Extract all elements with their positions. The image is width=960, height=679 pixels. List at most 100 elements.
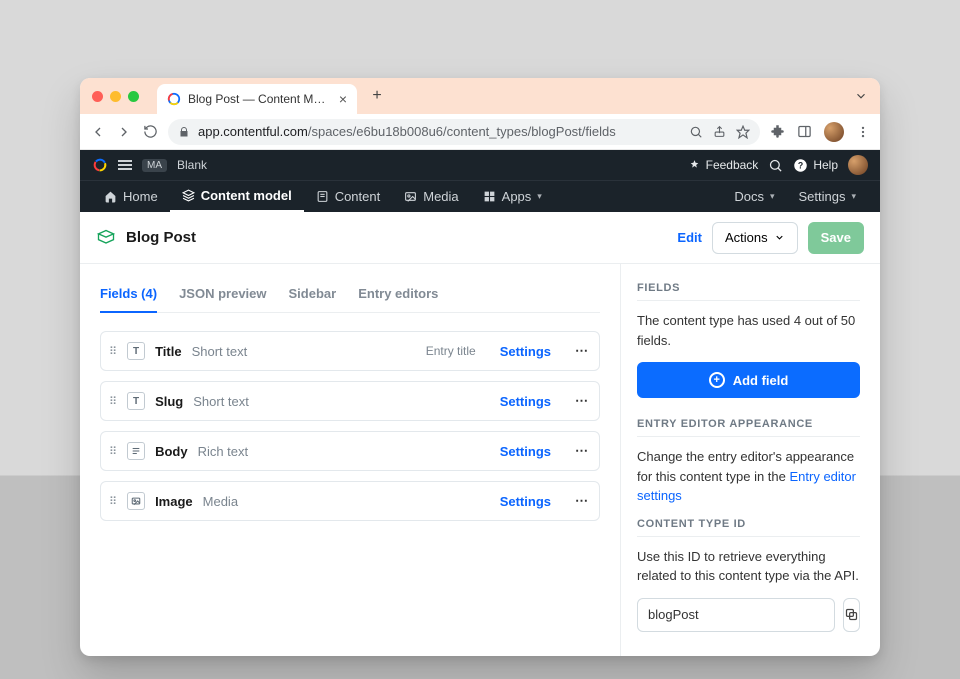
field-name: Image — [155, 494, 193, 509]
space-name[interactable]: Blank — [177, 158, 207, 172]
browser-toolbar — [770, 122, 870, 142]
drag-handle-icon[interactable]: ⠿ — [109, 495, 117, 508]
chevron-down-icon — [774, 232, 785, 243]
browser-menu-icon[interactable] — [856, 125, 870, 139]
new-tab-button[interactable]: + — [365, 84, 389, 108]
text-field-icon: T — [127, 342, 145, 360]
appearance-section-label: ENTRY EDITOR APPEARANCE — [637, 418, 860, 437]
field-type: Rich text — [198, 444, 249, 459]
plus-circle-icon: + — [709, 372, 725, 388]
richtext-field-icon — [127, 442, 145, 460]
nav-label: Content model — [201, 188, 292, 203]
search-in-page-icon[interactable] — [689, 125, 703, 139]
actions-button[interactable]: Actions — [712, 222, 798, 254]
nav-label: Apps — [502, 189, 532, 204]
field-settings-link[interactable]: Settings — [500, 344, 551, 359]
side-panel-icon[interactable] — [797, 124, 812, 139]
chevron-down-icon: ▾ — [851, 191, 856, 202]
nav-home[interactable]: Home — [92, 181, 170, 212]
page-header: Blog Post Edit Actions Save — [80, 212, 880, 264]
field-type: Short text — [193, 394, 249, 409]
tab-sidebar[interactable]: Sidebar — [289, 278, 337, 312]
content-type-id-input[interactable] — [637, 598, 835, 632]
forward-icon[interactable] — [116, 124, 132, 140]
page-title: Blog Post — [126, 229, 196, 246]
nav-content-model[interactable]: Content model — [170, 181, 304, 212]
tab-json-preview[interactable]: JSON preview — [179, 278, 266, 312]
field-settings-link[interactable]: Settings — [500, 394, 551, 409]
field-settings-link[interactable]: Settings — [500, 444, 551, 459]
user-avatar[interactable] — [848, 155, 868, 175]
profile-avatar[interactable] — [824, 122, 844, 142]
header-search-icon[interactable] — [768, 158, 783, 173]
tab-entry-editors[interactable]: Entry editors — [358, 278, 438, 312]
fields-count-desc: The content type has used 4 out of 50 fi… — [637, 311, 860, 350]
field-row: ⠿ Body Rich text Settings ⋯ — [100, 431, 600, 471]
reload-icon[interactable] — [142, 124, 158, 139]
share-icon[interactable] — [713, 125, 726, 138]
help-button[interactable]: ? Help — [793, 158, 838, 173]
org-chip[interactable]: MA — [142, 159, 167, 172]
add-field-label: Add field — [733, 373, 789, 388]
drag-handle-icon[interactable]: ⠿ — [109, 445, 117, 458]
field-more-icon[interactable]: ⋯ — [575, 443, 589, 459]
fields-section-label: FIELDS — [637, 282, 860, 301]
field-row: ⠿ T Slug Short text Settings ⋯ — [100, 381, 600, 421]
field-type: Media — [203, 494, 238, 509]
field-more-icon[interactable]: ⋯ — [575, 343, 589, 359]
field-name: Title — [155, 344, 182, 359]
chevron-down-icon: ▾ — [770, 191, 775, 202]
field-settings-link[interactable]: Settings — [500, 494, 551, 509]
appearance-desc: Change the entry editor's appearance for… — [637, 447, 860, 506]
field-more-icon[interactable]: ⋯ — [575, 393, 589, 409]
field-row: ⠿ T Title Short text Entry title Setting… — [100, 331, 600, 371]
help-label: Help — [813, 158, 838, 172]
add-field-button[interactable]: + Add field — [637, 362, 860, 398]
nav-label: Settings — [798, 189, 845, 204]
favicon-icon — [167, 92, 181, 106]
field-name: Slug — [155, 394, 183, 409]
chevron-down-icon: ▾ — [537, 191, 542, 202]
nav-content[interactable]: Content — [304, 181, 393, 212]
edit-link[interactable]: Edit — [677, 230, 702, 245]
entry-title-badge: Entry title — [426, 344, 476, 358]
back-icon[interactable] — [90, 124, 106, 140]
url-field[interactable]: app.contentful.com/spaces/e6bu18b008u6/c… — [168, 119, 760, 145]
drag-handle-icon[interactable]: ⠿ — [109, 345, 117, 358]
contentful-logo-icon[interactable] — [92, 157, 108, 173]
bookmark-icon[interactable] — [736, 125, 750, 139]
text-field-icon: T — [127, 392, 145, 410]
main-content: Fields (4) JSON preview Sidebar Entry ed… — [80, 264, 880, 656]
nav-label: Home — [123, 189, 158, 204]
side-panel: FIELDS The content type has used 4 out o… — [620, 264, 880, 656]
drag-handle-icon[interactable]: ⠿ — [109, 395, 117, 408]
feedback-button[interactable]: Feedback — [688, 158, 759, 172]
nav-media[interactable]: Media — [392, 181, 470, 212]
nav-settings[interactable]: Settings ▾ — [786, 181, 868, 212]
id-desc: Use this ID to retrieve everything relat… — [637, 547, 860, 586]
tab-fields[interactable]: Fields (4) — [100, 278, 157, 313]
field-more-icon[interactable]: ⋯ — [575, 493, 589, 509]
browser-tabbar: Blog Post — Content Model — × + — [80, 78, 880, 114]
menu-icon[interactable] — [118, 160, 132, 170]
nav-label: Media — [423, 189, 458, 204]
window-controls — [92, 91, 139, 102]
browser-urlbar: app.contentful.com/spaces/e6bu18b008u6/c… — [80, 114, 880, 150]
id-section-label: CONTENT TYPE ID — [637, 518, 860, 537]
browser-tab-title: Blog Post — Content Model — — [188, 92, 332, 106]
nav-docs[interactable]: Docs ▾ — [722, 181, 786, 212]
extensions-icon[interactable] — [770, 124, 785, 139]
save-label: Save — [821, 230, 851, 245]
save-button[interactable]: Save — [808, 222, 864, 254]
close-tab-icon[interactable]: × — [339, 91, 347, 107]
minimize-window-icon[interactable] — [110, 91, 121, 102]
browser-tab[interactable]: Blog Post — Content Model — × — [157, 84, 357, 114]
close-window-icon[interactable] — [92, 91, 103, 102]
nav-label: Docs — [734, 189, 764, 204]
url-host: app.contentful.com/spaces/e6bu18b008u6/c… — [198, 124, 616, 139]
maximize-window-icon[interactable] — [128, 91, 139, 102]
field-name: Body — [155, 444, 188, 459]
tabs-overflow-icon[interactable] — [854, 89, 868, 103]
nav-apps[interactable]: Apps ▾ — [471, 181, 554, 212]
copy-id-button[interactable] — [843, 598, 860, 632]
